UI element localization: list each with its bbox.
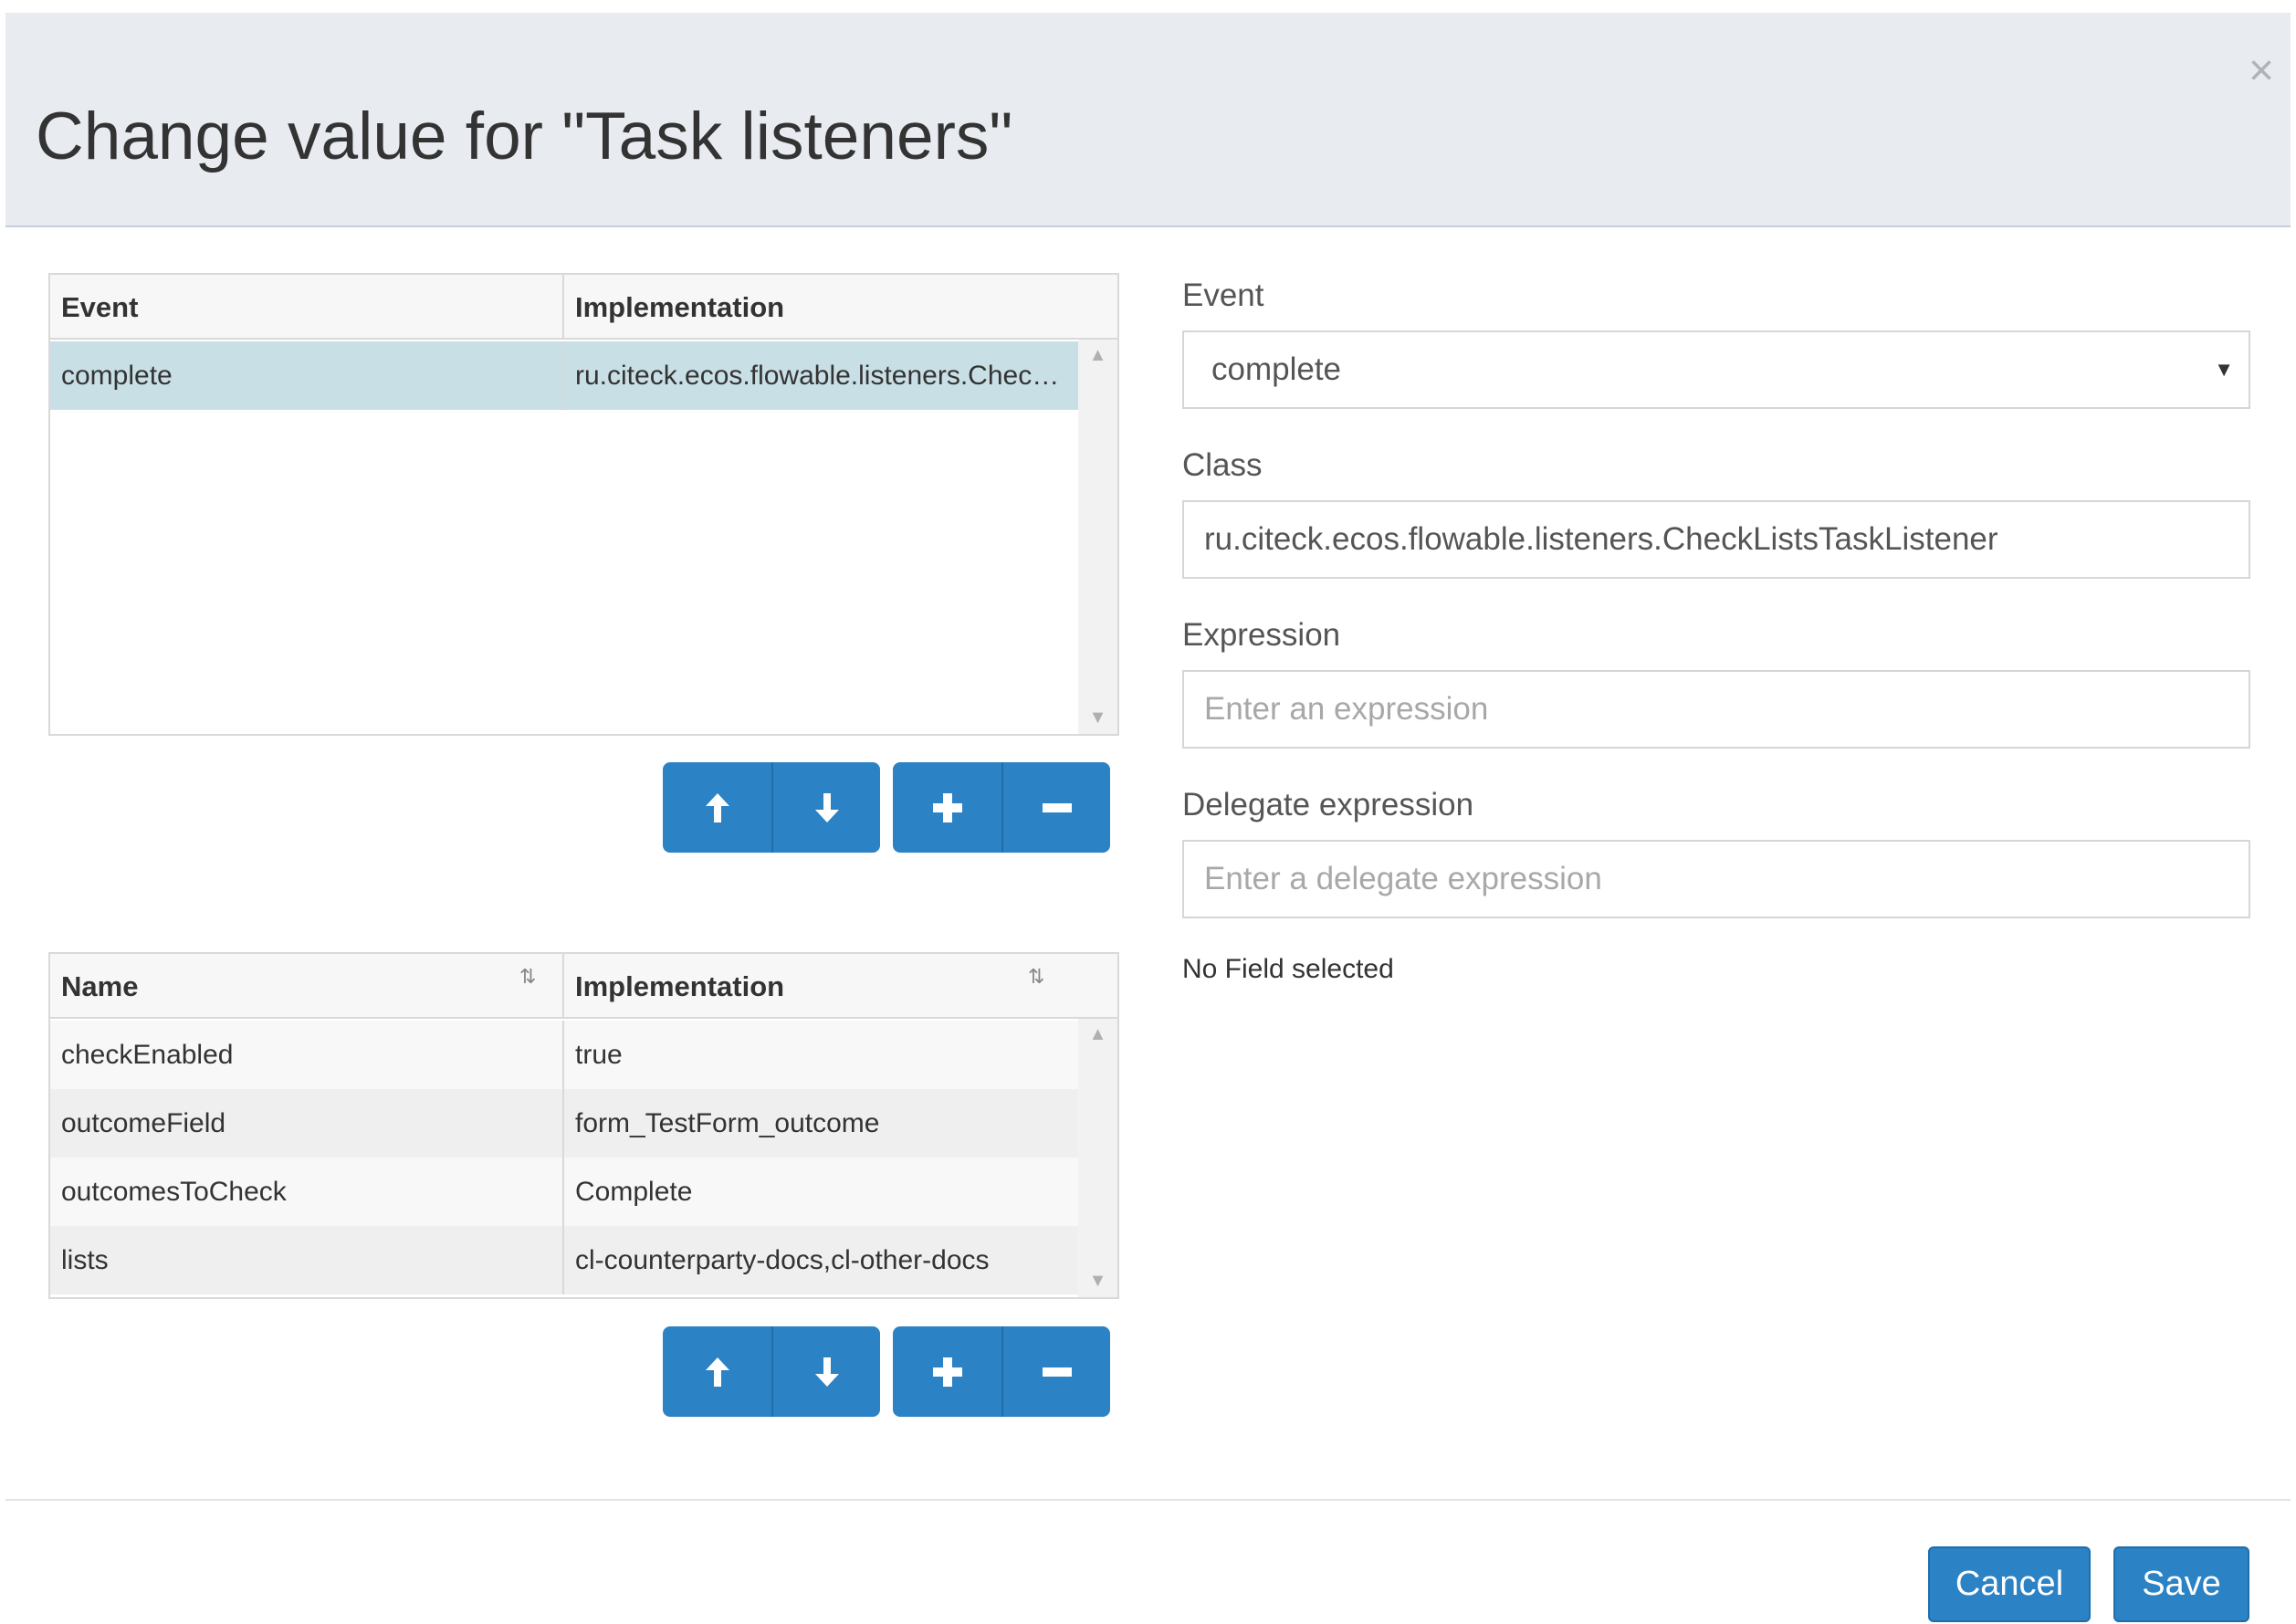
move-down-button[interactable] (771, 1326, 880, 1417)
column-header-event[interactable]: Event (50, 275, 562, 340)
delegate-expression-input[interactable] (1204, 843, 2249, 916)
column-header-implementation[interactable]: Implementation ⇅ (562, 954, 1117, 1019)
add-button[interactable] (893, 1326, 1001, 1417)
move-down-button[interactable] (771, 762, 880, 853)
sort-icon[interactable]: ⇅ (1028, 967, 1044, 987)
listeners-grid: Event Implementation complete ru.citeck.… (48, 273, 1119, 736)
move-up-button[interactable] (663, 762, 771, 853)
cell-name: outcomeField (61, 1108, 226, 1138)
scrollbar[interactable]: ▲ ▼ (1078, 1019, 1117, 1297)
dialog-title: Change value for "Task listeners" (36, 100, 1013, 173)
cell-implementation: form_TestForm_outcome (562, 1089, 1080, 1158)
cell-name: lists (61, 1245, 109, 1275)
plus-icon (932, 1357, 962, 1387)
class-field[interactable] (1182, 500, 2250, 579)
scrollbar[interactable]: ▲ ▼ (1078, 340, 1117, 734)
event-select-value: complete (1211, 351, 1342, 387)
cell-implementation: true (562, 1021, 1080, 1089)
arrow-down-icon (814, 792, 839, 822)
dialog-header: Change value for "Task listeners" × (5, 13, 2291, 227)
scroll-down-icon[interactable]: ▼ (1078, 707, 1117, 728)
table-row[interactable]: outcomesToCheck Complete (50, 1158, 1080, 1226)
expression-field[interactable] (1182, 670, 2250, 749)
column-header-label: Implementation (575, 970, 785, 1002)
table-row[interactable]: complete ru.citeck.ecos.flowable.listene… (50, 341, 1080, 410)
scroll-up-icon[interactable]: ▲ (1078, 1024, 1117, 1045)
caret-down-icon: ▼ (2214, 358, 2234, 381)
column-header-implementation[interactable]: Implementation (562, 275, 1117, 340)
delegate-expression-label: Delegate expression (1182, 787, 1474, 822)
table-row[interactable]: checkEnabled true (50, 1021, 1080, 1089)
fields-grid: Name ⇅ Implementation ⇅ checkEnabled tru… (48, 952, 1119, 1299)
class-label: Class (1182, 447, 1263, 483)
cell-implementation: Complete (562, 1158, 1080, 1226)
class-input[interactable] (1204, 503, 2249, 576)
fields-toolbar (663, 1326, 880, 1417)
listeners-toolbar (663, 762, 880, 853)
close-icon[interactable]: × (2243, 49, 2280, 93)
arrow-up-icon (705, 792, 729, 822)
delegate-expression-field[interactable] (1182, 840, 2250, 918)
cell-implementation: ru.citeck.ecos.flowable.listeners.CheckL… (562, 341, 1080, 410)
arrow-down-icon (814, 1357, 839, 1387)
footer-divider (5, 1499, 2291, 1501)
expression-label: Expression (1182, 617, 1341, 653)
remove-button[interactable] (1001, 762, 1110, 853)
cancel-button[interactable]: Cancel (1928, 1546, 2091, 1622)
cell-implementation: cl-counterparty-docs,cl-other-docs (562, 1226, 1080, 1294)
plus-icon (932, 792, 962, 822)
table-row[interactable]: outcomeField form_TestForm_outcome (50, 1089, 1080, 1158)
expression-input[interactable] (1204, 673, 2249, 746)
minus-icon (1042, 1367, 1072, 1377)
no-field-selected-text: No Field selected (1182, 954, 1394, 984)
save-button[interactable]: Save (2113, 1546, 2249, 1622)
cell-name: checkEnabled (61, 1040, 234, 1070)
cell-name: outcomesToCheck (61, 1177, 287, 1207)
sort-icon[interactable]: ⇅ (519, 967, 536, 987)
listeners-add-remove (893, 762, 1110, 853)
cell-event: complete (61, 361, 173, 391)
grid-header: Event Implementation (50, 275, 1117, 340)
minus-icon (1042, 802, 1072, 812)
move-up-button[interactable] (663, 1326, 771, 1417)
add-button[interactable] (893, 762, 1001, 853)
event-label: Event (1182, 278, 1264, 313)
scroll-down-icon[interactable]: ▼ (1078, 1271, 1117, 1292)
column-header-name[interactable]: Name ⇅ (50, 954, 562, 1019)
scroll-up-icon[interactable]: ▲ (1078, 345, 1117, 366)
grid-header: Name ⇅ Implementation ⇅ (50, 954, 1117, 1019)
arrow-up-icon (705, 1357, 729, 1387)
remove-button[interactable] (1001, 1326, 1110, 1417)
table-row[interactable]: lists cl-counterparty-docs,cl-other-docs (50, 1226, 1080, 1294)
column-header-label: Name (61, 970, 139, 1002)
event-select[interactable]: complete ▼ (1182, 330, 2250, 409)
fields-add-remove (893, 1326, 1110, 1417)
